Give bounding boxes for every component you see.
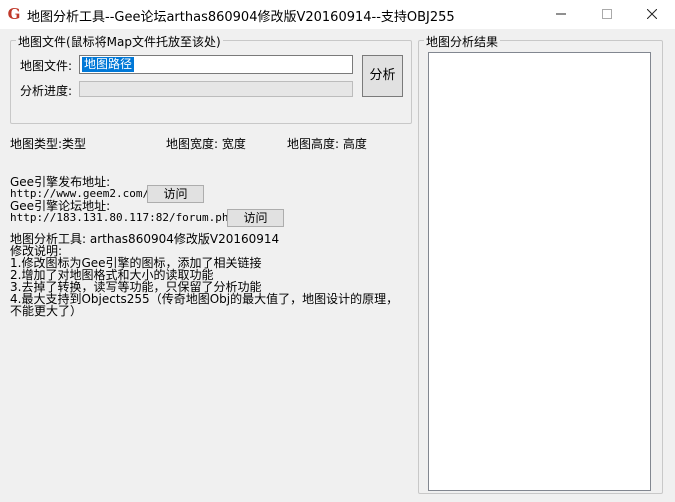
forum-url: http://183.131.80.117:82/forum.php <box>10 211 236 224</box>
file-path-value: 地图路径 <box>82 57 135 72</box>
file-groupbox-legend: 地图文件(鼠标将Map文件托放至该处) <box>16 33 223 50</box>
map-width-value: 宽度 <box>221 137 246 151</box>
close-icon <box>646 8 658 20</box>
description-line: 4.最大支持到Objects255（传奇地图Obj的最大值了，地图设计的原理，不… <box>10 292 399 318</box>
maximize-button[interactable] <box>584 0 630 29</box>
window-title: 地图分析工具--Gee论坛arthas860904修改版V20160914--支… <box>27 10 455 25</box>
minimize-icon <box>556 13 566 15</box>
progress-label: 分析进度: <box>20 84 73 98</box>
visit-release-button[interactable]: 访问 <box>147 185 204 203</box>
file-label: 地图文件: <box>20 59 73 73</box>
tool-description: 地图分析工具: arthas860904修改版V20160914 修改说明: 1… <box>10 233 405 317</box>
analysis-progress-bar <box>79 81 353 97</box>
visit-forum-button[interactable]: 访问 <box>227 209 284 227</box>
close-button[interactable] <box>629 0 675 29</box>
results-listbox[interactable] <box>428 52 651 491</box>
file-path-input[interactable]: 地图路径 <box>79 55 353 74</box>
minimize-button[interactable] <box>538 0 584 29</box>
results-groupbox-legend: 地图分析结果 <box>424 33 501 50</box>
app-icon: G <box>7 5 21 23</box>
analyze-button[interactable]: 分析 <box>362 55 403 97</box>
map-width-label: 地图宽度: 宽度 <box>166 137 246 151</box>
maximize-icon <box>602 9 612 19</box>
description-heading: 地图分析工具: arthas860904修改版V20160914 <box>10 232 280 246</box>
map-height-label: 地图高度: 高度 <box>287 137 367 151</box>
map-height-value: 高度 <box>342 137 367 151</box>
map-type-value: 类型 <box>62 137 87 151</box>
title-bar[interactable]: G 地图分析工具--Gee论坛arthas860904修改版V20160914-… <box>0 0 675 29</box>
map-type-label: 地图类型:类型 <box>10 137 87 151</box>
